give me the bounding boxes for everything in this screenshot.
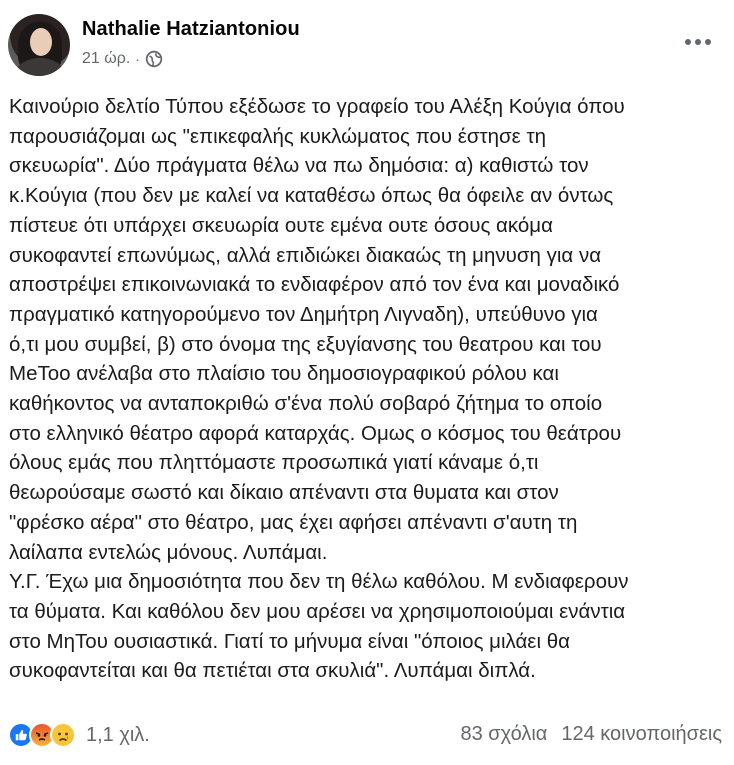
post-text-line: παρουσιάζομαι ως "επικεφαλής κυκλώματος …	[9, 124, 547, 148]
author-name[interactable]: Nathalie Hatziantoniou	[82, 18, 300, 41]
post-time[interactable]: 21 ώρ.	[82, 50, 130, 68]
post-text-line: πίστευε ότι υπάρχει σκευωρία ουτε εμένα …	[9, 213, 553, 237]
post-header: Nathalie Hatziantoniou 21 ώρ. ·	[8, 12, 726, 78]
post-footer: 1,1 χιλ. 83 σχόλια 124 κοινοποιήσεις	[8, 720, 726, 752]
post-text-line: πραγματικό κατηγορούμενο τον Δημήτρη Λιγ…	[9, 302, 598, 326]
meta-separator: ·	[135, 51, 140, 67]
post-text-line: αποστρέψει επικοινωνιακά το ενδιαφέρον α…	[9, 273, 620, 297]
post-text-line: στο ελληνικό θέατρο αφορά καταρχάς. Ομως…	[9, 421, 622, 445]
post-text-line: ΜeToo ανέλαβα στο πλαίσιο του δημοσιογρα…	[9, 362, 559, 386]
post-text-line: όλους εμάς που πληττόμαστε προσωπικά για…	[9, 451, 539, 475]
post-text-line: θεωρούσαμε σωστό και δίκαιο απέναντι στα…	[9, 481, 559, 505]
reaction-count[interactable]: 1,1 χιλ.	[86, 724, 150, 747]
post-text-line: καθήκοντος να ανταποκριθώ σ'ένα πολύ σοβ…	[9, 392, 603, 416]
comments-count[interactable]: 83 σχόλια	[461, 723, 548, 746]
post-text: Καινούριο δελτίο Τύπου εξέδωσε το γραφεί…	[9, 92, 725, 686]
post-stats: 83 σχόλια 124 κοινοποιήσεις	[461, 723, 723, 746]
globe-icon	[145, 50, 163, 68]
sad-icon	[50, 722, 76, 748]
post-text-line: Καινούριο δελτίο Τύπου εξέδωσε το γραφεί…	[9, 95, 625, 118]
post-text-line: Υ.Γ. Έχω μια δημοσιότητα που δεν τη θέλω…	[9, 570, 629, 594]
post-text-line: τα θύματα. Και καθόλου δεν μου αρέσει να…	[9, 599, 626, 623]
more-options-button[interactable]	[680, 24, 716, 60]
post-meta: 21 ώρ. ·	[82, 50, 163, 68]
reactions-summary[interactable]: 1,1 χιλ.	[8, 722, 150, 748]
post-text-line: ό,τι μου συμβεί, β) στο όνομα της εξυγία…	[9, 332, 602, 356]
post-text-line: σκευωρία". Δύο πράγματα θέλω να πω δημόσ…	[9, 154, 589, 178]
facebook-post: Nathalie Hatziantoniou 21 ώρ. · Καινούρι…	[0, 0, 734, 765]
post-text-line: κ.Κούγια (που δεν με καλεί να καταθέσω ό…	[9, 184, 614, 208]
post-text-line: συκοφαντεί επωνύμως, αλλά επιδιώκει διακ…	[9, 243, 602, 267]
post-text-line: στο ΜηΤου ουσιαστικά. Γιατί το μήνυμα εί…	[9, 629, 570, 653]
avatar[interactable]	[8, 14, 70, 76]
shares-count[interactable]: 124 κοινοποιήσεις	[561, 723, 722, 746]
post-text-line: λαίλαπα εντελώς μόνους. Λυπάμαι.	[9, 540, 328, 564]
more-horizontal-icon	[685, 39, 711, 45]
post-text-line: "φρέσκο αέρα" στο θέατρο, μας έχει αφήσε…	[9, 510, 578, 534]
post-text-line: συκοφαντείται και θα πετιέται στα σκυλιά…	[9, 659, 536, 683]
